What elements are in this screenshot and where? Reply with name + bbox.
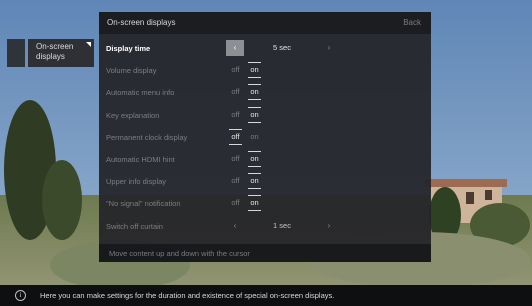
setting-switch-off-curtain[interactable]: Switch off curtain ‹ 1 sec › [99, 215, 431, 237]
setting-permanent-clock-display[interactable]: Permanent clock display off on [99, 126, 431, 148]
stepper-value: 1 sec [273, 220, 291, 230]
decrease-arrow-icon[interactable]: ‹ [226, 40, 244, 56]
setting-label: Volume display [106, 66, 157, 76]
side-tab-label: On-screen displays [36, 42, 74, 61]
setting-no-signal-notification[interactable]: "No signal" notification off on [99, 192, 431, 214]
panel-footer: Move content up and down with the cursor [99, 244, 431, 262]
switch-off-curtain-stepper[interactable]: ‹ 1 sec › [226, 218, 338, 234]
increase-arrow-icon[interactable]: › [320, 40, 338, 56]
setting-label: "No signal" notification [106, 199, 181, 209]
toggle-on-option[interactable]: on [245, 106, 264, 123]
toggle-on-option[interactable]: on [245, 84, 264, 101]
toggle-off-option[interactable]: off [226, 108, 245, 122]
toggle-off-option[interactable]: off [226, 196, 245, 210]
toggle-off-option[interactable]: off [226, 85, 245, 99]
corner-marker-icon [86, 42, 91, 47]
setting-label: Switch off curtain [106, 221, 163, 231]
permanent-clock-display-toggle[interactable]: off on [226, 128, 264, 145]
display-time-stepper[interactable]: ‹ 5 sec › [226, 40, 338, 56]
no-signal-notification-toggle[interactable]: off on [226, 195, 264, 212]
toggle-off-option[interactable]: off [226, 128, 245, 145]
toggle-on-option[interactable]: on [245, 195, 264, 212]
settings-panel: On-screen displays Back Display time ‹ 5… [99, 12, 431, 262]
setting-display-time[interactable]: Display time ‹ 5 sec › [99, 37, 431, 59]
setting-upper-info-display[interactable]: Upper info display off on [99, 170, 431, 192]
settings-list: Display time ‹ 5 sec › Volume display of… [99, 37, 431, 237]
setting-label: Upper info display [106, 177, 167, 187]
toggle-off-option[interactable]: off [226, 152, 245, 166]
stepper-value: 5 sec [273, 43, 291, 52]
panel-title: On-screen displays [107, 18, 176, 27]
toggle-on-option[interactable]: on [245, 62, 264, 79]
info-bar: i Here you can make settings for the dur… [0, 285, 532, 306]
key-explanation-toggle[interactable]: off on [226, 106, 264, 123]
setting-label: Automatic menu info [106, 88, 175, 98]
increase-arrow-icon[interactable]: › [320, 218, 338, 234]
setting-label: Key explanation [106, 110, 160, 120]
panel-header: On-screen displays Back [99, 12, 431, 34]
automatic-hdmi-hint-toggle[interactable]: off on [226, 150, 264, 167]
toggle-on-option[interactable]: on [245, 150, 264, 167]
side-tab-on-screen-displays[interactable]: On-screen displays [28, 39, 94, 67]
volume-display-toggle[interactable]: off on [226, 62, 264, 79]
toggle-off-option[interactable]: off [226, 174, 245, 188]
setting-label: Permanent clock display [106, 132, 188, 142]
back-button[interactable]: Back [403, 18, 421, 27]
automatic-menu-info-toggle[interactable]: off on [226, 84, 264, 101]
setting-label: Display time [106, 44, 151, 53]
decrease-arrow-icon[interactable]: ‹ [226, 218, 244, 234]
setting-label: Automatic HDMI hint [106, 154, 175, 164]
upper-info-display-toggle[interactable]: off on [226, 173, 264, 190]
setting-automatic-menu-info[interactable]: Automatic menu info off on [99, 81, 431, 103]
toggle-on-option[interactable]: on [245, 173, 264, 190]
setting-volume-display[interactable]: Volume display off on [99, 59, 431, 81]
toggle-off-option[interactable]: off [226, 63, 245, 77]
side-tab-left-arrow[interactable] [7, 39, 25, 67]
setting-automatic-hdmi-hint[interactable]: Automatic HDMI hint off on [99, 148, 431, 170]
toggle-on-option[interactable]: on [245, 130, 264, 144]
info-text: Here you can make settings for the durat… [40, 291, 335, 300]
info-icon: i [15, 290, 26, 301]
cursor-hint: Move content up and down with the cursor [109, 249, 250, 258]
setting-key-explanation[interactable]: Key explanation off on [99, 104, 431, 126]
